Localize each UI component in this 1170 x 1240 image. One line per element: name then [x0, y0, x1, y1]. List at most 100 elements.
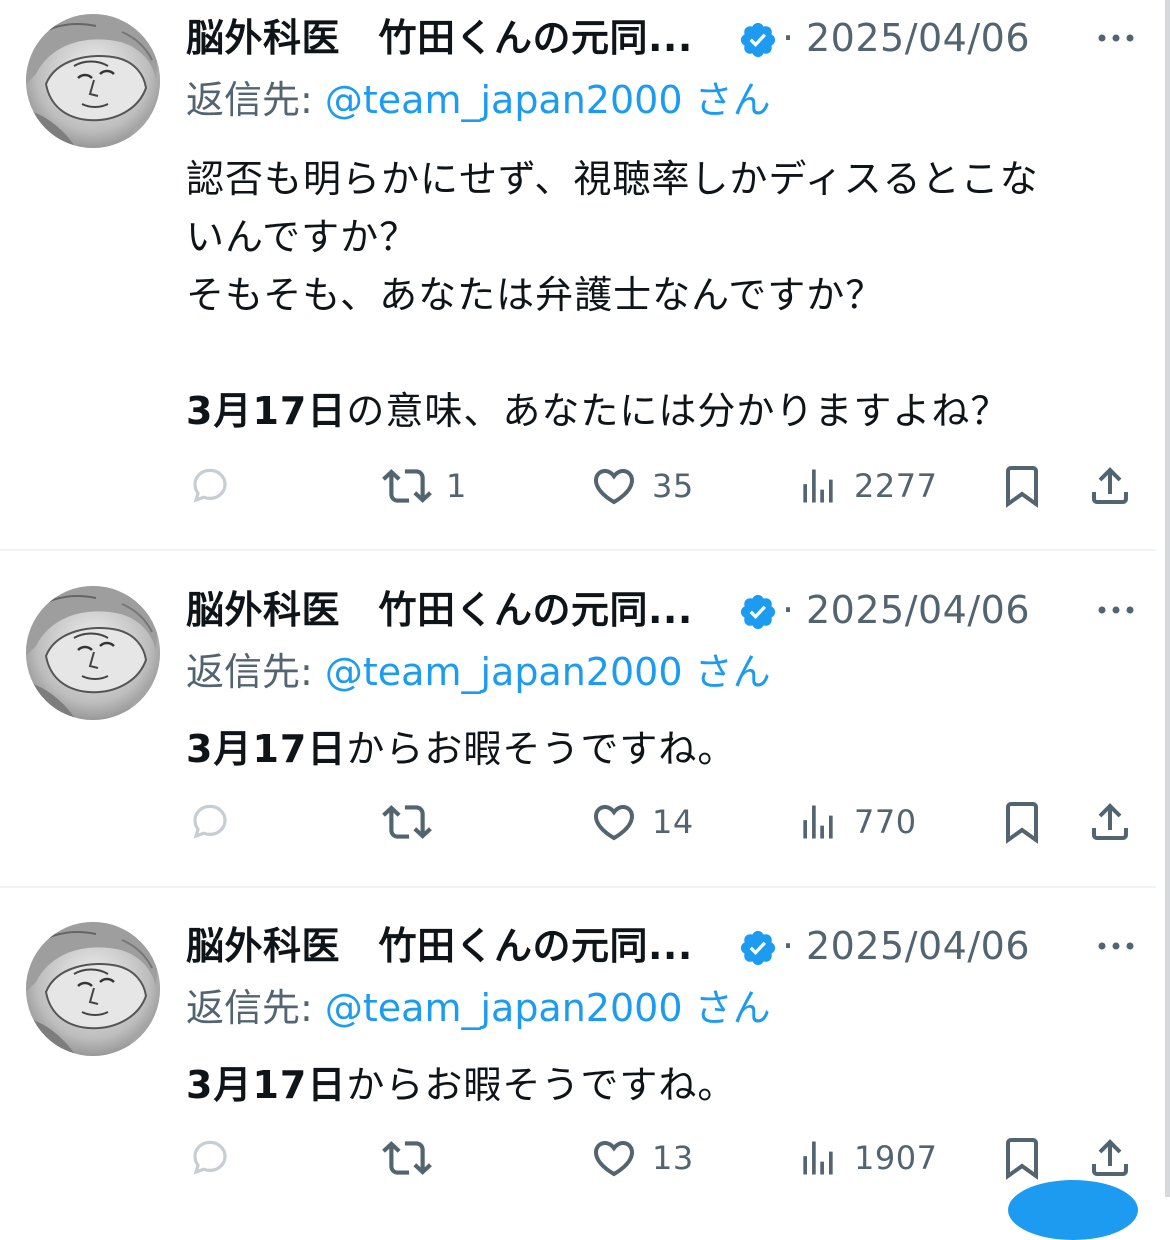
retweet-button[interactable] [382, 792, 446, 852]
tweet-text: 認否も明らかにせず、視聴率しかディスるとこな いんですか？ そもそも、あなたは弁護士… [186, 150, 1126, 440]
views-count: 1907 [854, 1139, 938, 1177]
reply-button[interactable] [186, 456, 248, 516]
separator-dot: · [782, 588, 795, 632]
separator-dot: · [782, 16, 795, 60]
reply-to-label: 返信先: [186, 78, 325, 122]
retweet-icon [382, 461, 432, 511]
bookmark-button[interactable] [998, 456, 1046, 516]
scrollbar[interactable] [1165, 0, 1170, 1197]
retweet-icon [382, 1133, 432, 1183]
views-count: 2277 [854, 467, 938, 505]
tweet-text-line: 3月17日の意味、あなたには分かりますよね？ [186, 382, 1126, 440]
likes-count: 13 [652, 1139, 694, 1177]
reply-to-suffix: さん [682, 78, 771, 122]
views-button[interactable]: 770 [796, 792, 917, 852]
verified-badge-icon[interactable] [738, 20, 778, 60]
retweets-count: 1 [446, 467, 467, 505]
tweet-text: 3月17日からお暇そうですね。 [186, 1056, 1126, 1114]
heart-icon [590, 1134, 638, 1182]
reply-to-line: 返信先: @team_japan2000 さん [186, 650, 771, 694]
reply-to-suffix: さん [682, 650, 771, 694]
tweet-text-segment: からお暇そうですね。 [346, 727, 737, 771]
timeline: 脳外科医 竹田くんの元同... · 2025/04/06 返信先: @team_j… [0, 0, 1156, 1197]
action-bar: 13 1907 [186, 1128, 1146, 1188]
reply-button[interactable] [186, 1128, 248, 1188]
tweet-text-line: そもそも、あなたは弁護士なんですか？ [186, 266, 1126, 324]
like-button[interactable]: 13 [590, 1128, 694, 1188]
display-name[interactable]: 脳外科医 竹田くんの元同... [186, 16, 693, 60]
tweet-text-line: いんですか？ [186, 208, 1126, 266]
share-button[interactable] [1086, 792, 1134, 852]
avatar[interactable] [26, 586, 160, 720]
reply-bubble-icon [186, 1134, 234, 1182]
display-name[interactable]: 脳外科医 竹田くんの元同... [186, 588, 693, 632]
bookmark-icon [998, 798, 1046, 846]
views-count: 770 [854, 803, 917, 841]
likes-count: 35 [652, 467, 694, 505]
reply-to-line: 返信先: @team_japan2000 さん [186, 986, 771, 1030]
tweet-text-bold: 3月17日 [186, 727, 347, 771]
reply-handle-link[interactable]: @team_japan2000 [325, 986, 683, 1030]
more-dots-icon[interactable] [1094, 934, 1138, 958]
tweet-text-bold: 3月17日 [186, 1063, 347, 1107]
tweet-text-line: 認否も明らかにせず、視聴率しかディスるとこな [186, 150, 1126, 208]
retweet-button[interactable] [382, 1128, 446, 1188]
retweet-button[interactable]: 1 [382, 456, 467, 516]
reply-to-label: 返信先: [186, 650, 325, 694]
tweet[interactable]: 脳外科医 竹田くんの元同... · 2025/04/06 返信先: @team_j… [0, 0, 1156, 549]
action-bar: 14 770 [186, 792, 1146, 852]
tweet-text-bold: 3月17日 [186, 389, 347, 433]
tweet-text-segment: 認否も明らかにせず、視聴率しかディスるとこな [186, 157, 1039, 201]
avatar[interactable] [26, 922, 160, 1056]
like-button[interactable]: 35 [590, 456, 694, 516]
timestamp[interactable]: 2025/04/06 [806, 588, 1030, 632]
verified-badge-icon[interactable] [738, 928, 778, 968]
action-bar: 1 35 2277 [186, 456, 1146, 516]
bookmark-button[interactable] [998, 1128, 1046, 1188]
verified-badge-icon[interactable] [738, 592, 778, 632]
tweet-divider [0, 886, 1156, 888]
tweet-header: 脳外科医 竹田くんの元同... · 2025/04/06 [186, 916, 1146, 976]
reply-button[interactable] [186, 792, 248, 852]
tweet[interactable]: 脳外科医 竹田くんの元同... · 2025/04/06 返信先: @team_j… [0, 908, 1156, 1197]
like-button[interactable]: 14 [590, 792, 694, 852]
share-icon [1086, 1134, 1134, 1182]
tweet-text-segment: いんですか？ [186, 215, 419, 259]
timestamp[interactable]: 2025/04/06 [806, 16, 1030, 60]
share-button[interactable] [1086, 1128, 1134, 1188]
reply-to-line: 返信先: @team_japan2000 さん [186, 78, 771, 122]
display-name[interactable]: 脳外科医 竹田くんの元同... [186, 924, 693, 968]
tweet-text: 3月17日からお暇そうですね。 [186, 720, 1126, 778]
heart-icon [590, 798, 638, 846]
reply-to-label: 返信先: [186, 986, 325, 1030]
views-button[interactable]: 2277 [796, 456, 937, 516]
views-button[interactable]: 1907 [796, 1128, 937, 1188]
heart-icon [590, 462, 638, 510]
compose-fab-button[interactable] [1008, 1180, 1138, 1240]
avatar[interactable] [26, 14, 160, 148]
more-dots-icon[interactable] [1094, 598, 1138, 622]
tweet-header: 脳外科医 竹田くんの元同... · 2025/04/06 [186, 580, 1146, 640]
views-bar-icon [796, 1136, 840, 1180]
share-icon [1086, 798, 1134, 846]
reply-bubble-icon [186, 462, 234, 510]
likes-count: 14 [652, 803, 694, 841]
views-bar-icon [796, 800, 840, 844]
reply-bubble-icon [186, 798, 234, 846]
bookmark-icon [998, 1134, 1046, 1182]
tweet-divider [0, 549, 1156, 551]
share-icon [1086, 462, 1134, 510]
views-bar-icon [796, 464, 840, 508]
bookmark-icon [998, 462, 1046, 510]
tweet-text-line: 3月17日からお暇そうですね。 [186, 720, 1126, 778]
retweet-icon [382, 797, 432, 847]
more-dots-icon[interactable] [1094, 26, 1138, 50]
share-button[interactable] [1086, 456, 1134, 516]
timestamp[interactable]: 2025/04/06 [806, 924, 1030, 968]
reply-handle-link[interactable]: @team_japan2000 [325, 78, 683, 122]
reply-handle-link[interactable]: @team_japan2000 [325, 650, 683, 694]
bookmark-button[interactable] [998, 792, 1046, 852]
reply-to-suffix: さん [682, 986, 771, 1030]
tweet[interactable]: 脳外科医 竹田くんの元同... · 2025/04/06 返信先: @team_j… [0, 572, 1156, 886]
